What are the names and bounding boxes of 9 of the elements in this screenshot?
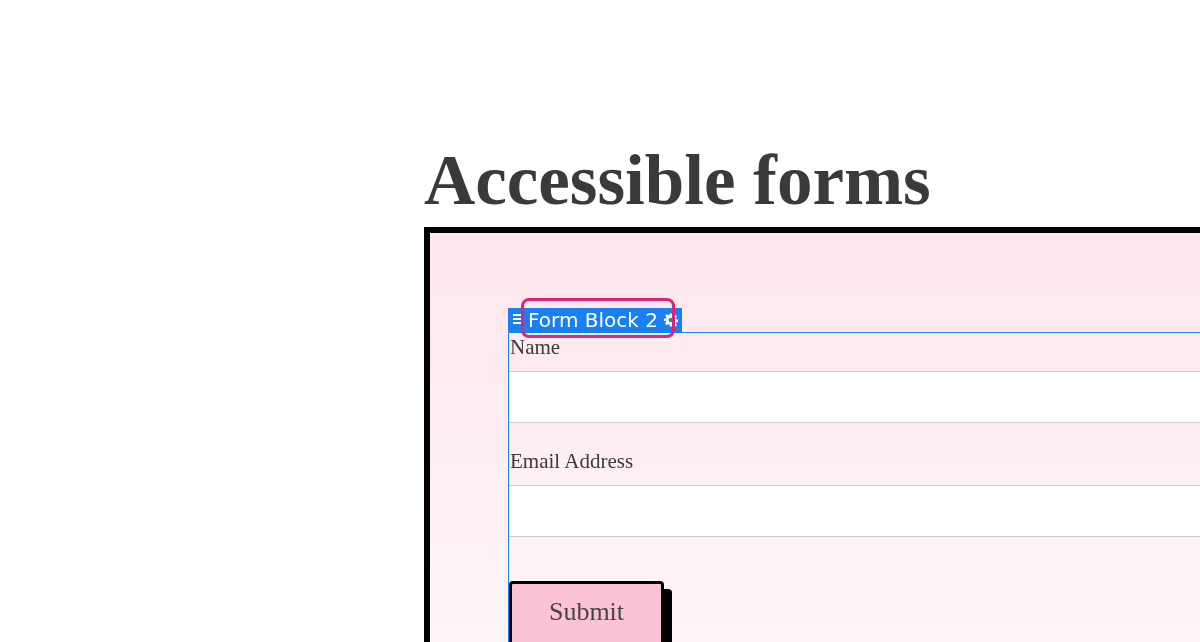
page-heading: Accessible forms [424,140,932,221]
drag-handle-icon[interactable] [512,313,522,327]
input-field[interactable] [509,371,1200,423]
settings-icon[interactable] [663,313,678,327]
field-label: Name [509,334,561,360]
block-tag[interactable]: Form Block 2 [508,308,682,332]
input-field[interactable] [509,485,1200,537]
block-tag-label: Form Block 2 [527,308,659,332]
field-label: Email Address [509,448,634,474]
